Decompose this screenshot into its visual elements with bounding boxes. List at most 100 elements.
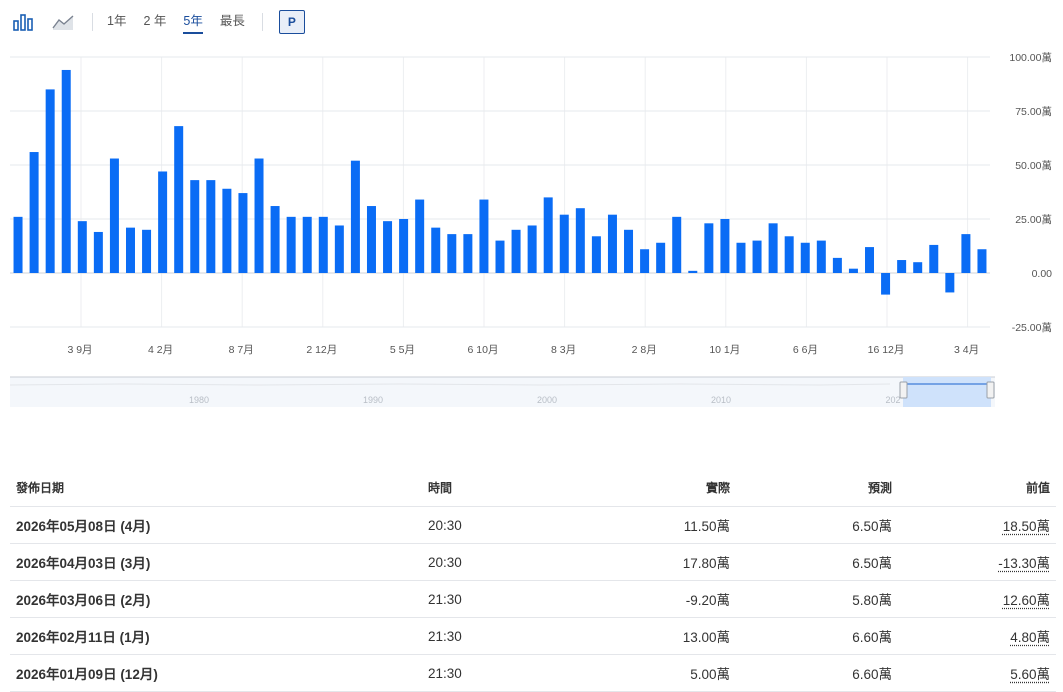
bar[interactable] [768, 223, 778, 273]
bar[interactable] [559, 214, 569, 273]
bar[interactable] [142, 229, 152, 273]
bar[interactable] [511, 229, 521, 273]
forecast-cell: 6.50萬 [736, 506, 898, 544]
bar[interactable] [624, 229, 634, 273]
bar[interactable] [881, 273, 891, 295]
bar[interactable] [463, 234, 473, 273]
header-previous[interactable]: 前值 [898, 468, 1056, 507]
bar[interactable] [832, 257, 842, 273]
bar[interactable] [399, 219, 409, 273]
bar[interactable] [383, 221, 393, 273]
bar[interactable] [318, 216, 328, 273]
bar[interactable] [206, 180, 216, 273]
horizontal-gridlines [10, 56, 990, 328]
bar[interactable] [961, 234, 971, 273]
bar[interactable] [158, 171, 168, 273]
release-date-cell: 2026年05月08日 (4月) [10, 506, 422, 544]
bar[interactable] [286, 216, 296, 273]
actual-cell: 17.80萬 [574, 543, 736, 581]
bar[interactable] [479, 199, 489, 273]
bar[interactable] [350, 160, 360, 273]
bar[interactable] [784, 236, 794, 273]
forecast-cell: 6.60萬 [736, 617, 898, 655]
release-date-cell: 2026年04月03日 (3月) [10, 543, 422, 581]
header-time[interactable]: 時間 [422, 468, 574, 507]
bar[interactable] [190, 180, 200, 273]
bar[interactable] [495, 240, 505, 273]
range-navigator[interactable]: 1980 1990 2000 2010 202 [0, 370, 1063, 412]
bar[interactable] [865, 247, 875, 273]
bar[interactable] [302, 216, 312, 273]
bar[interactable] [125, 227, 135, 273]
header-forecast[interactable]: 預測 [736, 468, 898, 507]
navigator-year-label: 1990 [363, 395, 383, 405]
bar[interactable] [238, 193, 248, 273]
previous-cell[interactable]: 5.60萬 [898, 654, 1056, 692]
actual-cell: -9.20萬 [574, 580, 736, 618]
bar[interactable] [591, 236, 601, 273]
bar[interactable] [672, 216, 682, 273]
release-date-cell: 2026年02月11日 (1月) [10, 617, 422, 655]
bar[interactable] [848, 268, 858, 273]
navigator-selection[interactable] [903, 377, 991, 407]
previous-cell[interactable]: 4.80萬 [898, 617, 1056, 655]
bar[interactable] [431, 227, 441, 273]
previous-cell[interactable]: -13.30萬 [898, 543, 1056, 581]
previous-cell[interactable]: 12.60萬 [898, 580, 1056, 618]
bar[interactable] [254, 158, 264, 273]
y-axis-labels: 100.00萬 75.00萬 50.00萬 25.00萬 0.00 -25.00萬 [1009, 51, 1052, 334]
bar[interactable] [447, 234, 457, 273]
table-row: 2026年02月11日 (1月) 21:30 13.00萬 6.60萬 4.80萬 [10, 617, 1056, 655]
time-cell: 21:30 [422, 617, 574, 655]
y-tick-label: -25.00萬 [1012, 321, 1052, 334]
forecast-cell: 6.60萬 [736, 654, 898, 692]
bar[interactable] [93, 231, 103, 273]
navigator-year-label: 1980 [189, 395, 209, 405]
bar[interactable] [109, 158, 119, 273]
bar[interactable] [816, 240, 826, 273]
navigator-handle-left[interactable] [899, 381, 908, 399]
bar[interactable] [688, 270, 698, 273]
header-actual[interactable]: 實際 [574, 468, 736, 507]
bar[interactable] [270, 206, 280, 273]
bar[interactable] [366, 206, 376, 273]
time-cell: 21:30 [422, 580, 574, 618]
bar[interactable] [913, 262, 923, 273]
bar[interactable] [929, 244, 939, 273]
navigator-year-label: 202 [885, 395, 900, 405]
bar[interactable] [575, 208, 585, 273]
time-cell: 20:30 [422, 543, 574, 581]
bar[interactable] [13, 216, 23, 273]
time-cell: 21:30 [422, 654, 574, 692]
bar[interactable] [222, 188, 232, 273]
bar[interactable] [29, 152, 39, 273]
bar[interactable] [800, 242, 810, 273]
bar[interactable] [61, 69, 71, 274]
bar[interactable] [415, 199, 425, 273]
bar[interactable] [897, 260, 907, 273]
bar[interactable] [174, 126, 184, 274]
bar[interactable] [656, 242, 666, 273]
bar[interactable] [527, 225, 537, 273]
bar[interactable] [77, 221, 87, 273]
forecast-cell: 6.50萬 [736, 543, 898, 581]
bar[interactable] [752, 240, 762, 273]
bar[interactable] [334, 225, 344, 273]
bar[interactable] [977, 249, 987, 273]
y-tick-label: 75.00萬 [1015, 105, 1052, 118]
table-row: 2026年03月06日 (2月) 21:30 -9.20萬 5.80萬 12.60萬 [10, 580, 1056, 618]
header-release-date[interactable]: 發佈日期 [10, 468, 422, 507]
bar[interactable] [45, 89, 55, 274]
bar[interactable] [704, 223, 714, 273]
bar[interactable] [543, 197, 553, 273]
bar[interactable] [640, 249, 650, 273]
bar[interactable] [607, 214, 617, 273]
bar[interactable] [945, 273, 955, 293]
bar[interactable] [736, 242, 746, 273]
x-tick-label: 2 8月 [632, 344, 657, 356]
bar-series [13, 69, 987, 295]
navigator-year-label: 2000 [537, 395, 557, 405]
navigator-handle-right[interactable] [986, 381, 995, 399]
bar[interactable] [720, 219, 730, 273]
previous-cell[interactable]: 18.50萬 [898, 506, 1056, 544]
